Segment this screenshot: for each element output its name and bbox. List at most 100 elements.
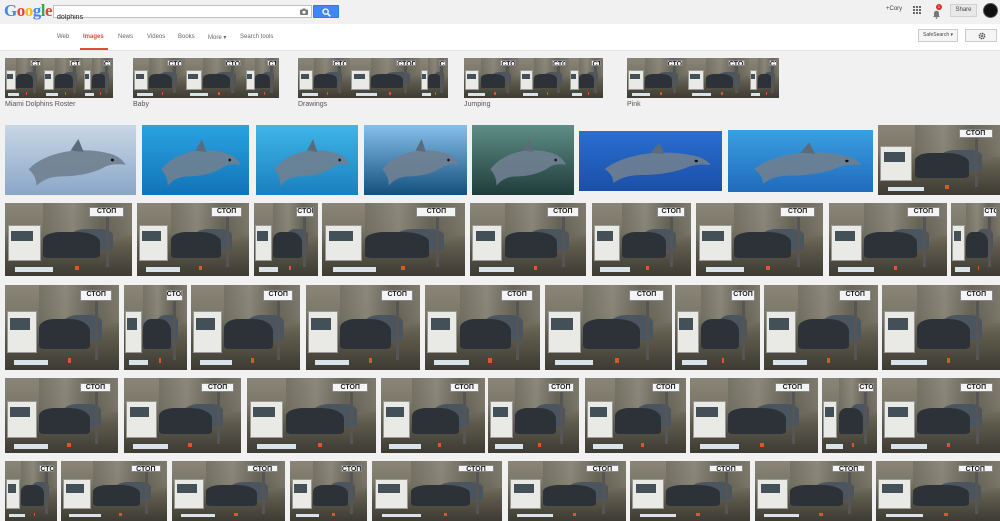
stop-sign-text: СТОП — [79, 382, 112, 393]
image-result[interactable]: СТОП — [137, 203, 249, 276]
image-result[interactable]: СТОП — [425, 285, 540, 370]
stop-sign-text: СТОП — [552, 60, 566, 66]
tab-images[interactable]: Images — [83, 34, 104, 40]
related-thumbnail: СТОП — [5, 58, 43, 98]
image-result[interactable] — [256, 125, 358, 195]
related-thumbnail: СТОП — [185, 58, 245, 98]
image-result[interactable] — [579, 131, 722, 191]
tab-web[interactable]: Web — [57, 34, 69, 40]
image-result[interactable]: СТОП — [5, 203, 132, 276]
related-thumbnail: СТОП — [420, 58, 448, 98]
image-result[interactable]: СТОП — [675, 285, 760, 370]
related-search-item[interactable]: СТОП СТОП СТОП Jumping — [464, 58, 603, 108]
image-result[interactable]: СТОП — [5, 378, 118, 453]
image-result[interactable]: СТОП — [254, 203, 318, 276]
tab-news[interactable]: News — [118, 34, 133, 40]
stop-sign-text: СТОП — [768, 60, 778, 66]
image-result[interactable]: СТОП — [508, 461, 626, 521]
image-result[interactable]: СТОП — [372, 461, 502, 521]
image-result[interactable]: СТОП — [322, 203, 465, 276]
related-thumbnail: СТОП — [245, 58, 279, 98]
safesearch-dropdown[interactable]: SafeSearch ▾ — [918, 29, 958, 42]
image-result[interactable] — [728, 130, 873, 192]
stop-sign-text: СТОП — [246, 464, 279, 473]
share-button[interactable]: Share — [950, 4, 977, 17]
image-result[interactable] — [5, 125, 136, 195]
image-result[interactable]: СТОП — [951, 203, 1000, 276]
notifications-button[interactable]: 1 — [932, 4, 942, 19]
image-result[interactable]: СТОП — [878, 125, 1000, 195]
settings-button[interactable] — [965, 29, 997, 42]
tab-books[interactable]: Books — [178, 34, 195, 40]
apps-grid-icon[interactable] — [913, 6, 921, 14]
related-search-label: Pink — [627, 101, 641, 108]
image-result[interactable]: СТОП — [172, 461, 285, 521]
image-result[interactable]: СТОП — [5, 285, 119, 370]
stop-sign-text: СТОП — [585, 464, 619, 473]
stop-sign-text: СТОП — [774, 382, 811, 393]
image-result[interactable]: СТОП — [696, 203, 823, 276]
user-profile-link[interactable]: +Cory — [886, 6, 902, 12]
image-result[interactable]: СТОП — [822, 378, 877, 453]
related-search-item[interactable]: СТОП СТОП СТОП Baby — [133, 58, 279, 108]
image-result[interactable] — [142, 125, 249, 195]
tab-more[interactable]: More ▾ — [208, 34, 226, 41]
gear-icon — [978, 32, 986, 40]
related-thumbnail: СТОП — [627, 58, 687, 98]
camera-icon[interactable] — [300, 8, 308, 15]
stop-sign-text: СТОП — [727, 60, 746, 66]
image-result[interactable]: СТОП — [5, 461, 57, 521]
image-result[interactable]: СТОП — [876, 461, 1000, 521]
search-button[interactable] — [313, 5, 339, 18]
image-result[interactable]: СТОП — [124, 285, 187, 370]
image-result[interactable] — [472, 125, 574, 195]
image-result[interactable]: СТОП — [306, 285, 420, 370]
bell-icon — [933, 10, 940, 19]
stop-sign-text: СТОП — [983, 207, 998, 217]
related-search-item[interactable]: СТОП СТОП СТОП Drawings — [298, 58, 448, 108]
stop-sign-text: СТОП — [546, 207, 580, 217]
stop-sign-text: СТОП — [332, 382, 369, 393]
image-result[interactable]: СТОП — [764, 285, 878, 370]
search-input[interactable] — [54, 12, 294, 23]
image-result[interactable]: СТОП — [191, 285, 300, 370]
tab-videos[interactable]: Videos — [147, 34, 165, 40]
stop-sign-text: СТОП — [396, 60, 416, 66]
stop-sign-text: СТОП — [731, 290, 755, 302]
image-result[interactable] — [364, 125, 467, 195]
dolphin-image — [161, 139, 241, 186]
stop-sign-text: СТОП — [262, 290, 294, 302]
related-search-item[interactable]: СТОП СТОП СТОП Miami Dolphins Roster — [5, 58, 113, 108]
stop-sign-text: СТОП — [959, 382, 993, 393]
image-result[interactable]: СТОП — [470, 203, 586, 276]
image-result[interactable]: СТОП — [882, 378, 1000, 453]
tab-search-tools[interactable]: Search tools — [240, 34, 273, 40]
related-search-label: Baby — [133, 101, 149, 108]
image-result[interactable]: СТОП — [690, 378, 818, 453]
image-result[interactable]: СТОП — [545, 285, 672, 370]
image-result[interactable]: СТОП — [630, 461, 750, 521]
stop-sign-text: СТОП — [332, 60, 347, 66]
search-icon — [322, 8, 331, 17]
image-result[interactable]: СТОП — [247, 378, 376, 453]
search-box[interactable] — [53, 5, 312, 23]
image-result[interactable]: СТОП — [585, 378, 686, 453]
image-result[interactable]: СТОП — [290, 461, 367, 521]
image-result[interactable]: СТОП — [381, 378, 485, 453]
stop-sign-text: СТОП — [438, 60, 447, 66]
google-logo[interactable]: Google — [4, 2, 53, 20]
dolphin-image — [604, 143, 711, 183]
stop-sign-text: СТОП — [69, 60, 81, 66]
image-result[interactable]: СТОП — [882, 285, 1000, 370]
stop-sign-text: СТОП — [457, 464, 495, 473]
related-search-item[interactable]: СТОП СТОП СТОП Pink — [627, 58, 779, 108]
image-result[interactable]: СТОП — [755, 461, 872, 521]
image-result[interactable]: СТОП — [488, 378, 579, 453]
stop-sign-text: СТОП — [957, 464, 993, 473]
image-result[interactable]: СТОП — [124, 378, 241, 453]
stop-sign-text: СТОП — [102, 60, 112, 66]
image-result[interactable]: СТОП — [592, 203, 691, 276]
image-result[interactable]: СТОП — [829, 203, 947, 276]
avatar[interactable] — [983, 3, 998, 18]
image-result[interactable]: СТОП — [61, 461, 167, 521]
